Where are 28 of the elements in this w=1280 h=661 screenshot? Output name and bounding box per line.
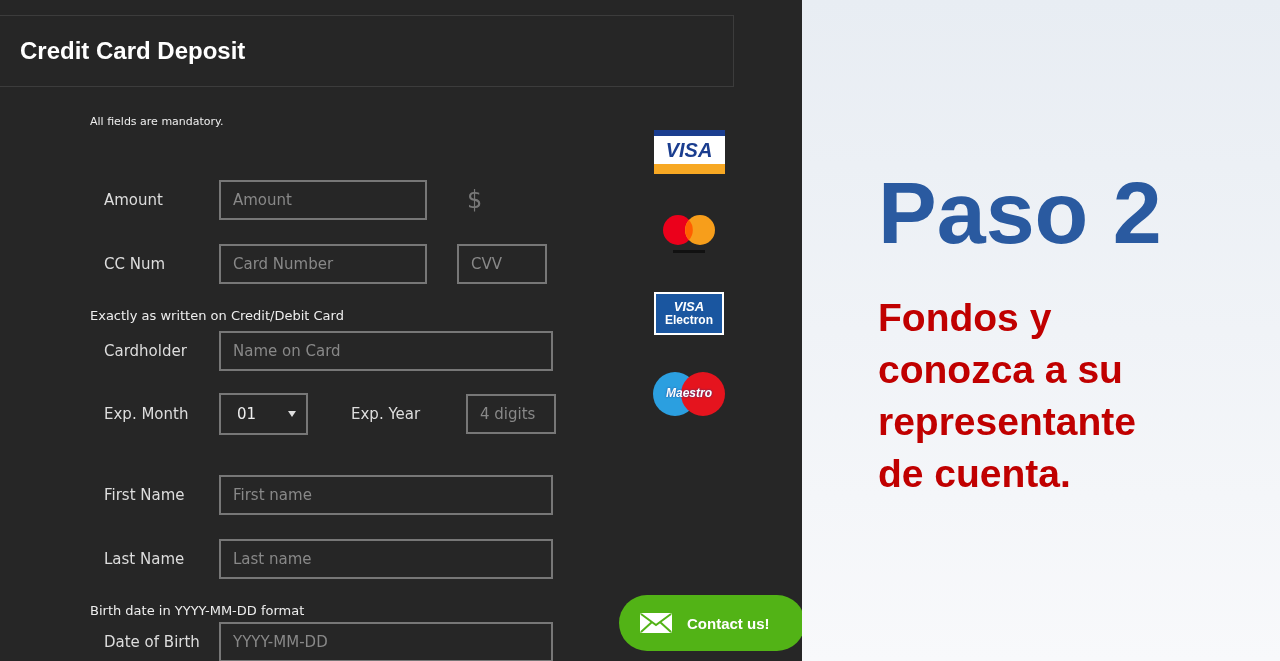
panel-title: Credit Card Deposit bbox=[20, 37, 246, 65]
slide-text: Fondos y conozca a su representante de cuenta. bbox=[878, 294, 1137, 497]
input-field[interactable]: Last name bbox=[219, 539, 553, 579]
caret-icon bbox=[288, 411, 296, 417]
visa-logo: VISA bbox=[653, 130, 725, 174]
field-label: First Name bbox=[104, 486, 186, 504]
input-field[interactable]: 4 digits bbox=[466, 394, 556, 434]
month-select[interactable]: 01 bbox=[219, 393, 308, 435]
field-label: Last Name bbox=[104, 550, 186, 568]
field-label: CC Num bbox=[104, 255, 167, 273]
slide-heading: Paso 2 bbox=[878, 165, 1163, 262]
input-field[interactable]: First name bbox=[219, 475, 553, 515]
envelope-icon bbox=[639, 612, 673, 634]
form-note: Birth date in YYYY-MM-DD format bbox=[90, 603, 306, 619]
input-field[interactable]: CVV bbox=[457, 244, 547, 284]
field-label: Cardholder bbox=[104, 342, 188, 360]
field-label: Amount bbox=[104, 191, 164, 209]
field-label: Date of Birth bbox=[104, 633, 201, 651]
field-label: Exp. Year bbox=[351, 405, 422, 423]
currency-symbol: $ bbox=[467, 186, 483, 214]
field-label: Exp. Month bbox=[104, 405, 190, 423]
form-note: Exactly as written on Credit/Debit Card bbox=[90, 308, 345, 324]
input-field[interactable]: Name on Card bbox=[219, 331, 553, 371]
input-field[interactable]: Amount bbox=[219, 180, 427, 220]
visa-electron-logo: VISA Electron bbox=[654, 292, 724, 335]
input-field[interactable]: YYYY-MM-DD bbox=[219, 622, 553, 661]
form-note: All fields are mandatory. bbox=[90, 114, 225, 130]
input-field[interactable]: Card Number bbox=[219, 244, 427, 284]
